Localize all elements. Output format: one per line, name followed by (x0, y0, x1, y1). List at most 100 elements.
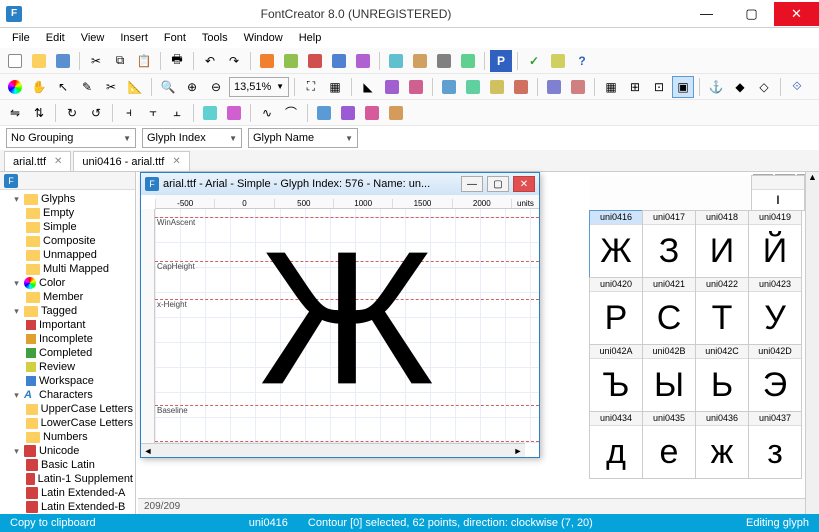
grid-toggle-icon[interactable]: ⊡ (648, 76, 670, 98)
cut-icon[interactable]: ✂ (85, 50, 107, 72)
lock-icon[interactable]: ⟐ (786, 76, 808, 98)
path-icon[interactable]: ∿ (256, 102, 278, 124)
tree-item[interactable]: Unmapped (0, 248, 135, 262)
menu-tools[interactable]: Tools (194, 30, 236, 46)
glyph-cell[interactable]: uni042DЭ (748, 344, 802, 412)
menu-insert[interactable]: Insert (112, 30, 156, 46)
hand-icon[interactable]: ✋ (28, 76, 50, 98)
paste-icon[interactable]: 📋 (133, 50, 155, 72)
editing-glyph[interactable]: Ж (259, 223, 434, 413)
grouping-dropdown[interactable]: No Grouping▼ (6, 128, 136, 148)
zoom-level[interactable]: 13,51%▼ (229, 77, 289, 97)
contour-icon[interactable] (199, 102, 221, 124)
tree-item[interactable]: Incomplete (0, 332, 135, 346)
tree-item[interactable]: Workspace (0, 374, 135, 388)
inner-maximize[interactable]: ▢ (487, 176, 509, 192)
menu-window[interactable]: Window (236, 30, 291, 46)
glyph-cell[interactable]: uni042CЬ (695, 344, 749, 412)
redo-icon[interactable]: ↷ (223, 50, 245, 72)
menu-file[interactable]: File (4, 30, 38, 46)
glyph-cell[interactable]: uni042BЫ (642, 344, 696, 412)
sort-dropdown[interactable]: Glyph Index▼ (142, 128, 242, 148)
canvas[interactable]: -500 0 500 1000 1500 2000 units WinAscen… (141, 195, 539, 443)
align-icon[interactable]: ⫟ (142, 102, 164, 124)
glyph-cell[interactable]: ı (751, 175, 805, 211)
tree-item[interactable]: Numbers (0, 430, 135, 444)
inner-titlebar[interactable]: F arial.ttf - Arial - Simple - Glyph Ind… (141, 173, 539, 195)
tree-characters[interactable]: ▾ACharacters (0, 388, 135, 402)
glyph-cell[interactable]: uni0416Ж (589, 210, 643, 278)
layer-icon[interactable] (510, 76, 532, 98)
tree-item[interactable]: Simple (0, 220, 135, 234)
tool-icon[interactable] (280, 50, 302, 72)
tree-item[interactable]: Latin-1 Supplement (0, 472, 135, 486)
exclude-icon[interactable] (385, 102, 407, 124)
glyph-cell[interactable]: uni0417З (642, 210, 696, 278)
menu-edit[interactable]: Edit (38, 30, 73, 46)
tool-icon[interactable] (409, 50, 431, 72)
shape-icon[interactable] (405, 76, 427, 98)
collapse-icon[interactable]: ▾ (12, 279, 21, 288)
tree-item[interactable]: Member (0, 290, 135, 304)
glyph-cell[interactable]: uni0421С (642, 277, 696, 345)
tree-item[interactable]: Multi Mapped (0, 262, 135, 276)
flip-h-icon[interactable]: ⇋ (4, 102, 26, 124)
tree-item[interactable]: Review (0, 360, 135, 374)
filter-dropdown[interactable]: Glyph Name▼ (248, 128, 358, 148)
grid-toggle-icon[interactable]: ⊞ (624, 76, 646, 98)
align-icon[interactable]: ⫞ (118, 102, 140, 124)
tree-unicode[interactable]: ▾Unicode (0, 444, 135, 458)
tree-item[interactable]: Latin Extended-A (0, 486, 135, 500)
tab-font[interactable]: arial.ttf✕ (4, 151, 71, 171)
layer-icon[interactable] (438, 76, 460, 98)
tree-item[interactable]: Basic Latin (0, 458, 135, 472)
contour-icon[interactable] (223, 102, 245, 124)
menu-font[interactable]: Font (156, 30, 194, 46)
layer-icon[interactable] (486, 76, 508, 98)
collapse-icon[interactable]: ▾ (12, 391, 21, 400)
print-icon[interactable]: 🖶 (166, 50, 188, 72)
node-icon[interactable]: ◆ (729, 76, 751, 98)
zoom-icon[interactable]: 🔍 (157, 76, 179, 98)
glyph-cell[interactable]: uni0419Й (748, 210, 802, 278)
close-tab-icon[interactable]: ✕ (172, 156, 180, 167)
collapse-icon[interactable]: ▾ (12, 195, 21, 204)
measure-icon[interactable]: 📐 (124, 76, 146, 98)
node-icon[interactable]: ◇ (753, 76, 775, 98)
zoom-in-icon[interactable]: ⊕ (181, 76, 203, 98)
layer-icon[interactable] (462, 76, 484, 98)
tree-item[interactable]: LowerCase Letters (0, 416, 135, 430)
glyph-cell[interactable]: uni0435е (642, 411, 696, 479)
intersect-icon[interactable] (337, 102, 359, 124)
glyph-cell[interactable]: uni0436ж (695, 411, 749, 479)
subtract-icon[interactable] (361, 102, 383, 124)
tool-icon[interactable] (304, 50, 326, 72)
canvas-grid[interactable]: WinAscent CapHeight x-Height Baseline Wi… (155, 209, 539, 443)
tool-icon[interactable] (547, 50, 569, 72)
pointer-icon[interactable]: ↖ (52, 76, 74, 98)
tree-item[interactable]: UpperCase Letters (0, 402, 135, 416)
tool-icon[interactable] (433, 50, 455, 72)
tree-item[interactable]: Completed (0, 346, 135, 360)
shape-icon[interactable] (381, 76, 403, 98)
inner-minimize[interactable]: — (461, 176, 483, 192)
glyph-cell[interactable]: uni0418И (695, 210, 749, 278)
pen-icon[interactable]: ✎ (76, 76, 98, 98)
check-icon[interactable]: ✓ (523, 50, 545, 72)
rotate-icon[interactable]: ↺ (85, 102, 107, 124)
palette-icon[interactable] (4, 76, 26, 98)
tool-icon[interactable] (385, 50, 407, 72)
union-icon[interactable] (313, 102, 335, 124)
tool-icon[interactable] (567, 76, 589, 98)
tool-icon[interactable] (457, 50, 479, 72)
tree-item[interactable]: Empty (0, 206, 135, 220)
tree-item[interactable]: Important (0, 318, 135, 332)
fit-icon[interactable]: ⛶ (300, 76, 322, 98)
tool-icon[interactable] (256, 50, 278, 72)
tool-icon[interactable] (328, 50, 350, 72)
undo-icon[interactable]: ↶ (199, 50, 221, 72)
close-button[interactable]: ✕ (774, 2, 819, 26)
tool-icon[interactable] (352, 50, 374, 72)
close-tab-icon[interactable]: ✕ (54, 156, 62, 167)
save-icon[interactable] (52, 50, 74, 72)
